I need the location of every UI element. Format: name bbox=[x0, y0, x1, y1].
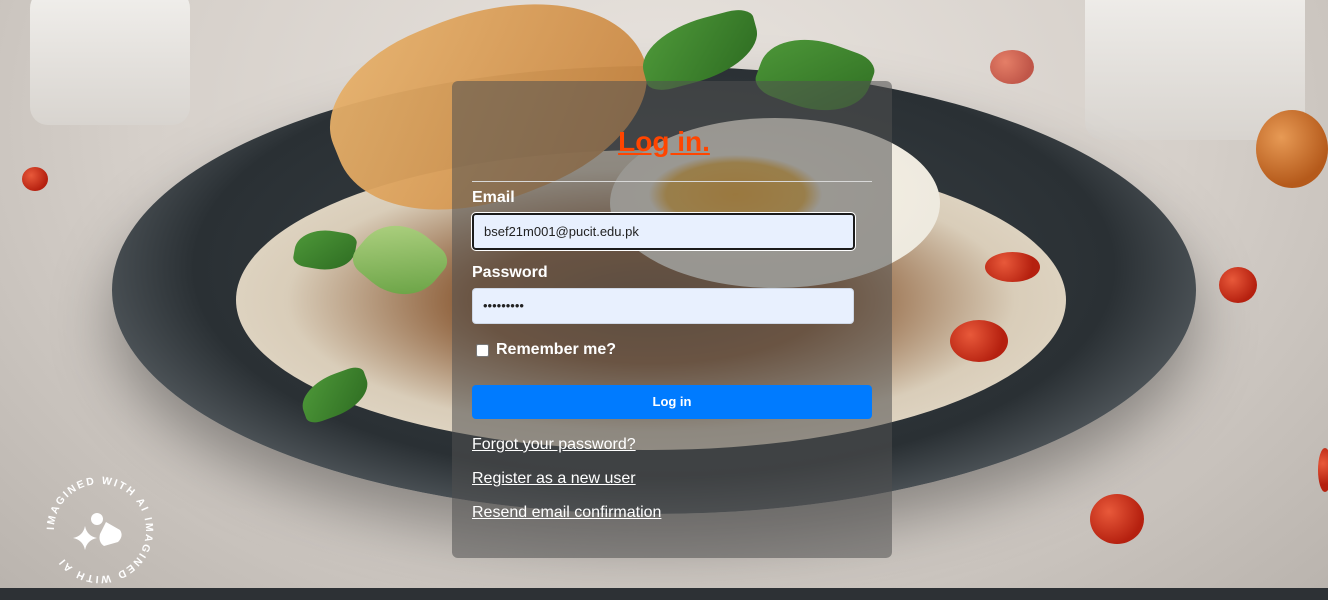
email-label: Email bbox=[472, 189, 515, 206]
page-title: Log in. bbox=[618, 126, 710, 157]
background-tomato bbox=[1318, 448, 1328, 492]
remember-me-label: Remember me? bbox=[496, 341, 617, 358]
password-field[interactable]: ••••••••• bbox=[472, 288, 854, 324]
background-tomato bbox=[1090, 494, 1144, 544]
remember-me-row[interactable]: Remember me? bbox=[476, 341, 616, 359]
background-tomato bbox=[990, 50, 1034, 84]
ai-watermark-badge: IMAGINED WITH AI IMAGINED WITH AI bbox=[40, 470, 160, 590]
background-tomato bbox=[985, 252, 1040, 282]
email-field[interactable]: bsef21m001@pucit.edu.pk bbox=[471, 212, 856, 251]
remember-me-checkbox[interactable] bbox=[476, 343, 489, 357]
background-tomato bbox=[22, 167, 48, 191]
forgot-password-link[interactable]: Forgot your password? bbox=[472, 436, 636, 454]
title-divider bbox=[472, 181, 872, 182]
background-tomato bbox=[1219, 267, 1257, 303]
register-link[interactable]: Register as a new user bbox=[472, 470, 636, 488]
sparkle-icon bbox=[73, 513, 122, 550]
background-floor-edge bbox=[0, 588, 1328, 600]
background-tomato bbox=[950, 320, 1008, 362]
resend-confirmation-link[interactable]: Resend email confirmation bbox=[472, 504, 661, 522]
page-background: Log in. Email bsef21m001@pucit.edu.pk Pa… bbox=[0, 0, 1328, 600]
svg-text:IMAGINED WITH AI IMAGINED WITH: IMAGINED WITH AI IMAGINED WITH AI bbox=[45, 475, 155, 586]
password-label: Password bbox=[472, 264, 548, 281]
login-button[interactable]: Log in bbox=[472, 385, 872, 419]
background-cup-left bbox=[30, 0, 190, 125]
